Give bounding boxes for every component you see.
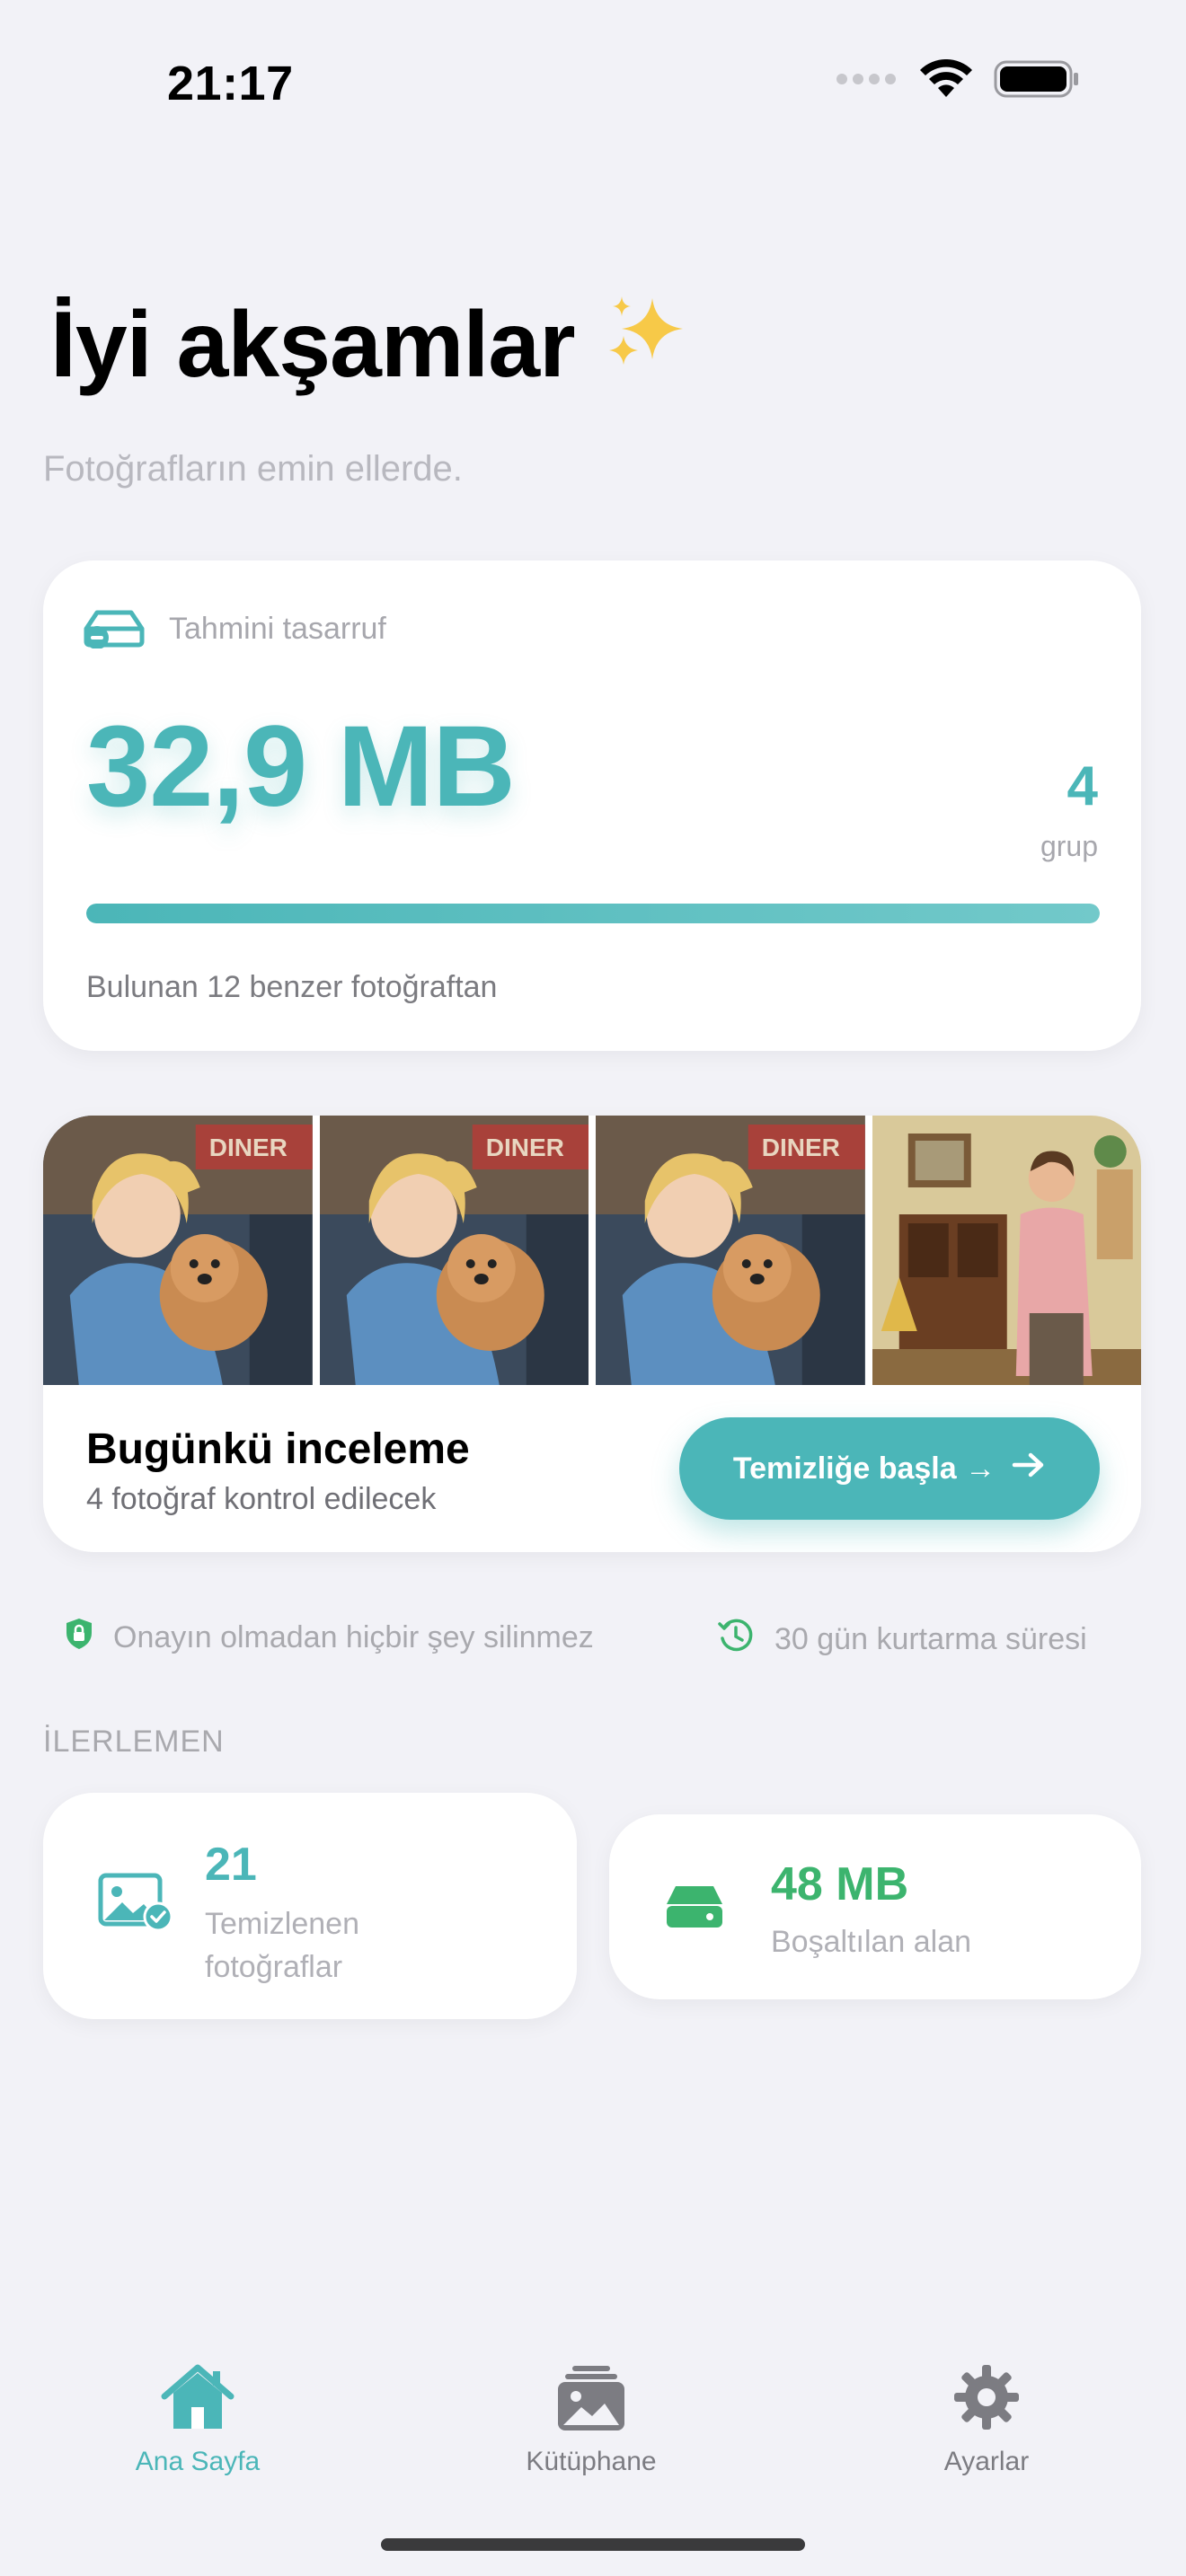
cleaned-label-line2: fotoğraflar	[205, 1950, 343, 1984]
tab-library[interactable]: Kütüphane	[483, 2362, 699, 2477]
thumbnail-man-room[interactable]	[872, 1116, 1141, 1385]
thumbnail-girl-puppy-3[interactable]: DINER	[596, 1116, 865, 1385]
photo-check-icon	[97, 1872, 173, 1936]
stat-card-cleaned: 21 Temizlenen fotoğraflar	[43, 1793, 577, 2019]
tab-settings-label: Ayarlar	[943, 2447, 1030, 2476]
start-cleanup-label: Temizliğe başla →	[732, 1451, 996, 1486]
sparkles-icon	[600, 289, 690, 401]
tab-home[interactable]: Ana Sayfa	[90, 2362, 305, 2477]
freed-amount: 48 MB	[771, 1858, 909, 1910]
savings-progress-bar	[86, 904, 1100, 923]
savings-footnote: Bulunan 12 benzer fotoğraftan	[86, 970, 498, 1004]
status-icons	[836, 58, 1080, 103]
group-label: grup	[1040, 830, 1098, 862]
thumbnail-strip: DINER DINER DINER	[43, 1116, 1141, 1385]
savings-label-row: Tahmini tasarruf	[83, 605, 386, 653]
freed-label: Boşaltılan alan	[771, 1925, 972, 1959]
svg-text:DINER: DINER	[762, 1134, 840, 1161]
photo-stack-icon	[556, 2362, 626, 2439]
stat-card-freed: 48 MB Boşaltılan alan	[609, 1814, 1141, 1999]
savings-label: Tahmini tasarruf	[169, 612, 386, 646]
house-icon	[159, 2362, 236, 2439]
battery-icon	[994, 59, 1080, 103]
arrow-right-icon	[1012, 1451, 1046, 1486]
safety-text: Onayın olmadan hiçbir şey silinmez	[113, 1620, 594, 1654]
status-time: 21:17	[167, 57, 294, 110]
thumbnail-girl-puppy-2[interactable]: DINER	[319, 1116, 589, 1385]
review-title: Bugünkü inceleme	[86, 1425, 470, 1473]
group-count: 4	[1067, 755, 1098, 817]
tab-settings[interactable]: Ayarlar	[879, 2362, 1094, 2477]
wifi-icon	[918, 58, 974, 103]
svg-text:DINER: DINER	[209, 1134, 288, 1161]
progress-section-label: İLERLEMEN	[43, 1725, 225, 1759]
home-indicator[interactable]	[381, 2538, 805, 2551]
signal-dots-icon	[836, 73, 898, 90]
savings-amount: 32,9 MB	[86, 702, 516, 831]
savings-progress-fill	[86, 904, 1100, 923]
storage-minus-icon	[83, 605, 146, 653]
cleaned-label-line1: Temizlenen	[205, 1907, 359, 1941]
thumbnail-girl-puppy-1[interactable]: DINER	[43, 1116, 313, 1385]
svg-text:DINER: DINER	[485, 1134, 563, 1161]
greeting-text: İyi akşamlar	[50, 293, 576, 397]
drive-icon	[663, 1883, 726, 1936]
lock-shield-icon	[65, 1617, 93, 1659]
cleaned-count: 21	[205, 1839, 257, 1891]
recovery-note: 30 gün kurtarma süresi	[717, 1617, 1087, 1663]
review-subtitle: 4 fotoğraf kontrol edilecek	[86, 1482, 437, 1516]
history-clock-icon	[717, 1617, 755, 1663]
safety-note: Onayın olmadan hiçbir şey silinmez	[65, 1617, 594, 1659]
greeting: İyi akşamlar	[50, 289, 690, 401]
savings-card: Tahmini tasarruf 32,9 MB 4 grup Bulunan …	[43, 560, 1141, 1051]
gear-icon	[952, 2362, 1021, 2439]
tab-home-label: Ana Sayfa	[135, 2447, 261, 2476]
review-card: DINER DINER DINER Bugünkü inceleme 4 fot…	[43, 1116, 1141, 1552]
subtitle: Fotoğrafların emin ellerde.	[43, 449, 463, 489]
tab-library-label: Kütüphane	[526, 2447, 657, 2476]
start-cleanup-button[interactable]: Temizliğe başla →	[679, 1417, 1100, 1520]
recovery-text: 30 gün kurtarma süresi	[774, 1622, 1087, 1656]
